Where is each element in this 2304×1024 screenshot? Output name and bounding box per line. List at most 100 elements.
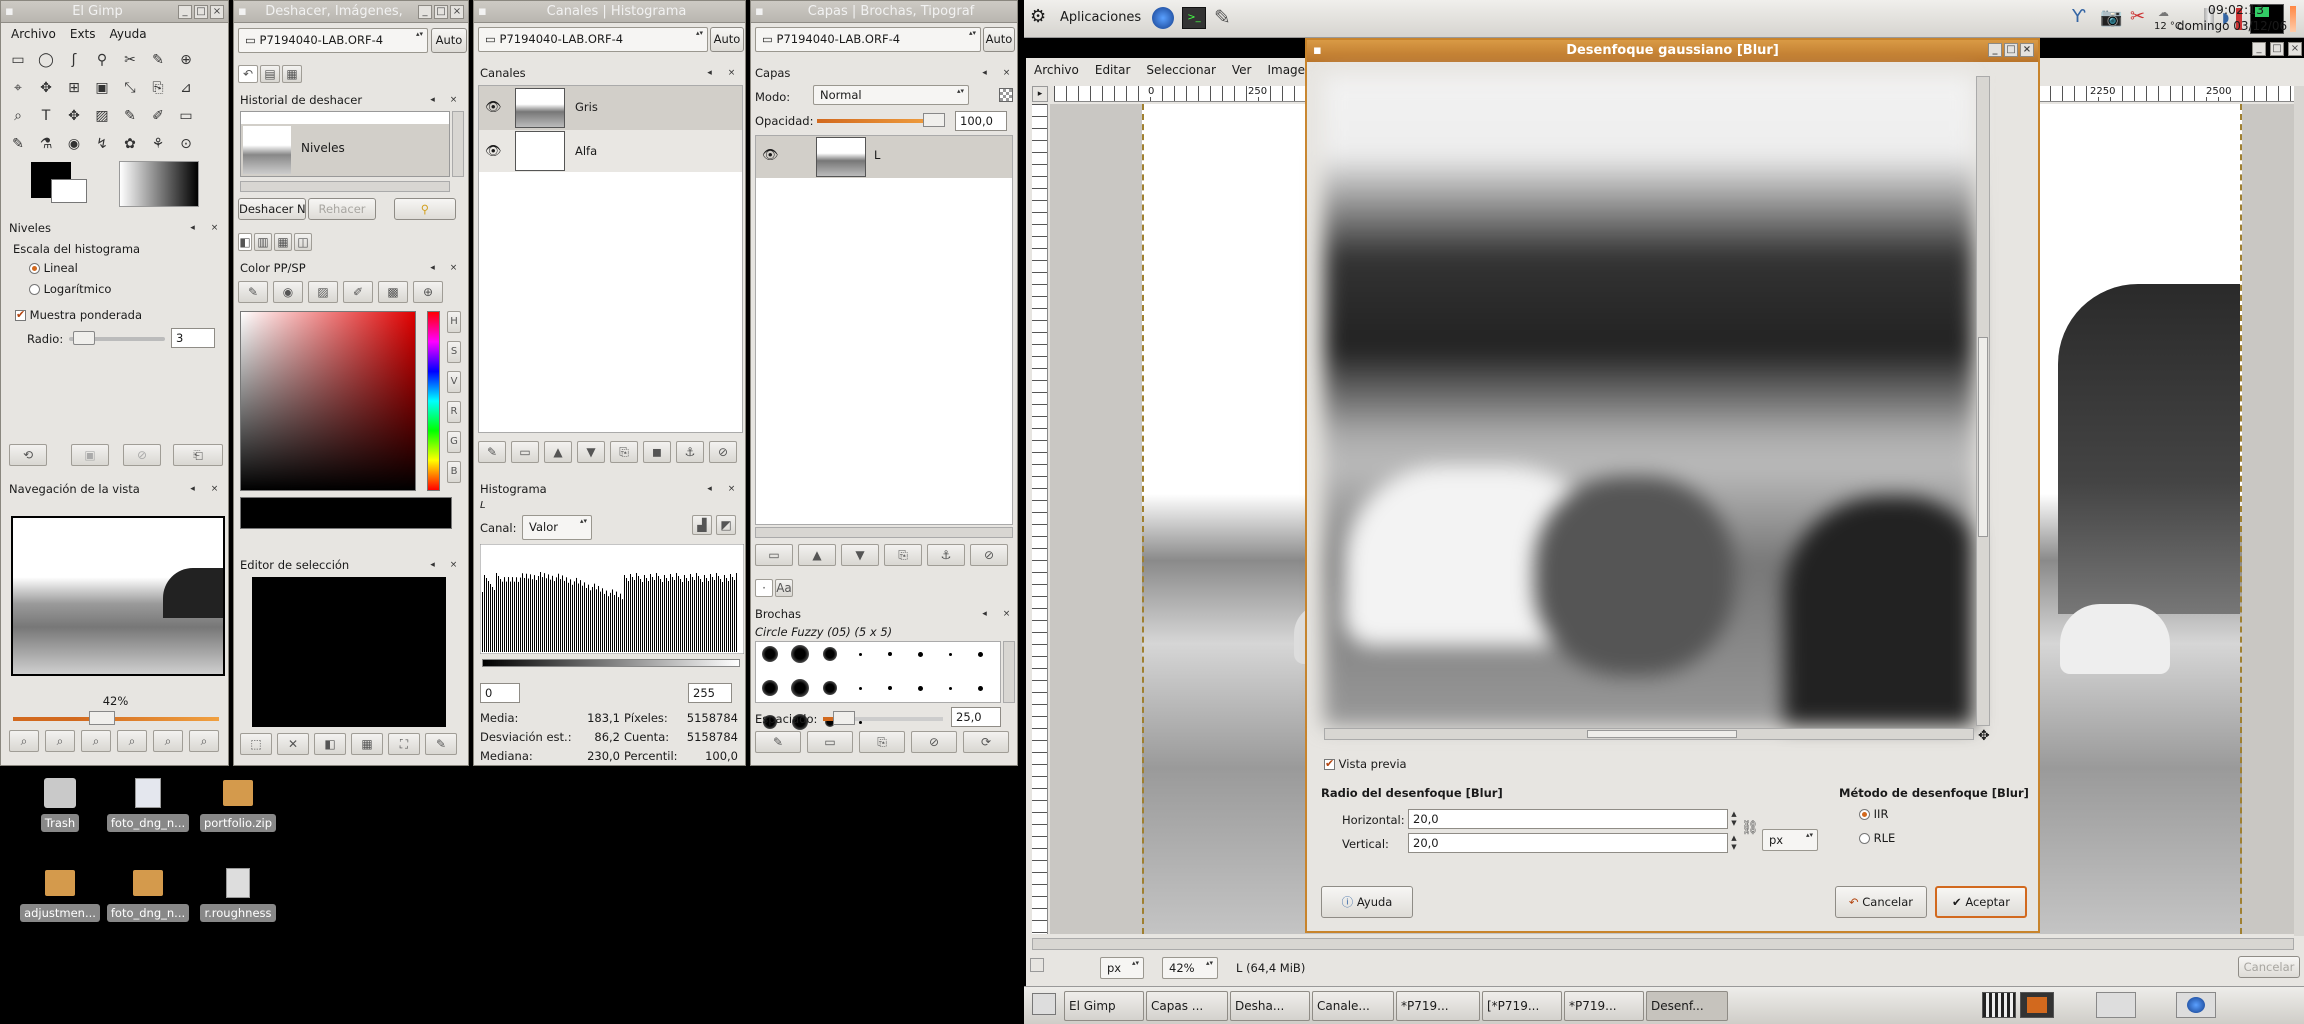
tab-gradients[interactable]: ▥ xyxy=(254,233,272,251)
taskbar-button[interactable]: *P719... xyxy=(1396,991,1480,1021)
panel-close-icon[interactable]: × xyxy=(209,484,220,495)
undo-button[interactable]: Deshacer N xyxy=(238,198,306,220)
eye-icon[interactable]: 👁 xyxy=(485,100,502,115)
select-none-button[interactable]: ✕ xyxy=(277,733,309,755)
taskbar-button[interactable]: [*P719... xyxy=(1482,991,1562,1021)
panel-menu-icon[interactable]: ◂ xyxy=(187,484,198,495)
scale-tool-icon[interactable]: ⎘ xyxy=(147,77,169,99)
show-desktop-icon[interactable] xyxy=(1032,993,1056,1015)
tab-undo-history[interactable]: ↶ xyxy=(238,65,258,83)
tools-icon[interactable]: ✂ xyxy=(2130,6,2145,27)
perspective-tool-icon[interactable]: ⌕ xyxy=(7,105,29,127)
color-toggle-r[interactable]: R xyxy=(447,401,461,423)
desktop-icon-trash[interactable]: Trash xyxy=(38,778,82,832)
refresh-brushes-button[interactable]: ⟳ xyxy=(963,731,1009,753)
brush-swatch[interactable] xyxy=(858,652,862,656)
range-min-input[interactable]: 0 xyxy=(480,683,520,703)
vertical-input[interactable]: 20,0 xyxy=(1408,833,1728,853)
histogram-linear-button[interactable]: ▟ xyxy=(692,515,712,535)
color-picker-tool-icon[interactable]: ⊕ xyxy=(175,49,197,71)
color-toggle-s[interactable]: S xyxy=(447,341,461,363)
panel-close-icon[interactable]: × xyxy=(448,95,459,106)
auto-button[interactable]: Auto xyxy=(431,28,467,53)
close-icon[interactable]: × xyxy=(210,4,224,19)
lower-layer-button[interactable]: ▼ xyxy=(841,544,879,566)
gimp-launcher-icon[interactable]: ✎ xyxy=(1214,5,1231,29)
gradient-tool-icon[interactable]: ✎ xyxy=(119,105,141,127)
workspace-pager-2[interactable] xyxy=(2020,992,2054,1018)
paths-tool-icon[interactable]: ✎ xyxy=(147,49,169,71)
select-all-button[interactable]: ⬚ xyxy=(240,733,272,755)
image-hscrollbar[interactable] xyxy=(1032,938,2294,950)
save-options-button[interactable]: ▣ xyxy=(71,444,109,466)
color-wheel-tab[interactable]: ◉ xyxy=(273,281,303,303)
desktop-icon-roughness[interactable]: r.roughness xyxy=(196,868,280,922)
clone-tool-icon[interactable]: ◉ xyxy=(63,133,85,155)
method-rle-radio[interactable]: RLE xyxy=(1859,831,1895,845)
color-toggle-h[interactable]: H xyxy=(447,311,461,333)
channel-to-selection-button[interactable]: ◼ xyxy=(643,441,671,463)
auto-button[interactable]: Auto xyxy=(983,27,1015,52)
measure-tool-icon[interactable]: ✥ xyxy=(35,77,57,99)
close-icon[interactable]: × xyxy=(450,4,464,19)
network-icon[interactable]: Ƴ xyxy=(2072,6,2085,27)
zoom-fill-button[interactable]: ⌕ xyxy=(189,730,219,752)
flip-tool-icon[interactable]: ✥ xyxy=(63,105,85,127)
select-by-color-button[interactable]: ▦ xyxy=(351,733,383,755)
menu-ayuda[interactable]: Ayuda xyxy=(110,27,147,41)
menu-exts[interactable]: Exts xyxy=(70,27,96,41)
brush-swatch[interactable] xyxy=(791,679,809,697)
image-vscrollbar[interactable] xyxy=(2294,86,2304,936)
brush-swatch[interactable] xyxy=(917,685,923,691)
ok-button[interactable]: ✔ Aceptar xyxy=(1935,886,2027,918)
panel-close-icon[interactable]: × xyxy=(726,68,737,79)
preview-hscroll-thumb[interactable] xyxy=(1587,730,1737,738)
tab-palettes[interactable]: ▦ xyxy=(274,233,292,251)
maximize-icon[interactable]: □ xyxy=(2004,43,2018,57)
panel-close-icon[interactable]: × xyxy=(1001,68,1012,79)
cancel-button[interactable]: ↶ Cancelar xyxy=(1835,886,1927,918)
color-picker-tab[interactable]: ⊕ xyxy=(413,281,443,303)
brush-swatch[interactable] xyxy=(823,647,837,661)
edit-brush-button[interactable]: ✎ xyxy=(755,731,801,753)
color-scales-tab[interactable]: ▩ xyxy=(378,281,408,303)
duplicate-brush-button[interactable]: ⎘ xyxy=(859,731,905,753)
workspace-pager-4[interactable] xyxy=(2176,992,2216,1018)
heal-tool-icon[interactable]: ↯ xyxy=(91,133,113,155)
new-channel-button[interactable]: ▭ xyxy=(511,441,539,463)
window-menu-icon[interactable]: ▪ xyxy=(1313,40,1322,62)
convolve-tool-icon[interactable]: ⊙ xyxy=(175,133,197,155)
toolbox-titlebar[interactable]: ▪ El Gimp _ □ × xyxy=(1,1,228,23)
image-selector[interactable]: ▭ P7194040-LAB.ORF-4 xyxy=(755,27,981,52)
ellipse-select-tool-icon[interactable]: ◯ xyxy=(35,49,57,71)
scissors-tool-icon[interactable]: ✂ xyxy=(119,49,141,71)
brush-swatch[interactable] xyxy=(948,652,952,656)
histogram-log-button[interactable]: ◩ xyxy=(716,515,736,535)
menu-ver[interactable]: Ver xyxy=(1232,63,1252,77)
opacity-slider[interactable] xyxy=(817,119,937,123)
color-gimp-tab[interactable]: ✎ xyxy=(238,281,268,303)
image-selector[interactable]: ▭ P7194040-LAB.ORF-4 xyxy=(478,27,708,52)
horizontal-spinner[interactable]: ▲ ▼ xyxy=(1729,810,1739,828)
image-selector[interactable]: ▭ P7194040-LAB.ORF-4 xyxy=(238,28,428,53)
hue-strip[interactable] xyxy=(427,311,440,491)
camera-icon[interactable]: 📷 xyxy=(2100,7,2122,28)
background-color-swatch[interactable] xyxy=(51,179,87,203)
brush-swatch[interactable] xyxy=(762,680,778,696)
zoom-tool-icon[interactable]: ⌖ xyxy=(7,77,29,99)
taskbar-button[interactable]: Desha... xyxy=(1230,991,1310,1021)
scale-linear-radio[interactable]: Lineal xyxy=(29,261,78,275)
channels-titlebar[interactable]: ▪ Canales | Histograma xyxy=(474,1,745,23)
shear-tool-icon[interactable]: ⊿ xyxy=(175,77,197,99)
taskbar-button[interactable]: *P719... xyxy=(1564,991,1644,1021)
brush-swatch[interactable] xyxy=(858,686,862,690)
minimize-icon[interactable]: _ xyxy=(418,4,432,19)
blur-preview[interactable] xyxy=(1324,76,1974,726)
menu-archivo[interactable]: Archivo xyxy=(11,27,56,41)
unit-select[interactable]: px xyxy=(1100,957,1144,979)
smudge-tool-icon[interactable]: ✿ xyxy=(119,133,141,155)
menu-editar[interactable]: Editar xyxy=(1095,63,1131,77)
maximize-icon[interactable]: □ xyxy=(194,4,208,19)
dodge-tool-icon[interactable]: ⚘ xyxy=(147,133,169,155)
redo-button[interactable]: Rehacer xyxy=(308,198,376,220)
